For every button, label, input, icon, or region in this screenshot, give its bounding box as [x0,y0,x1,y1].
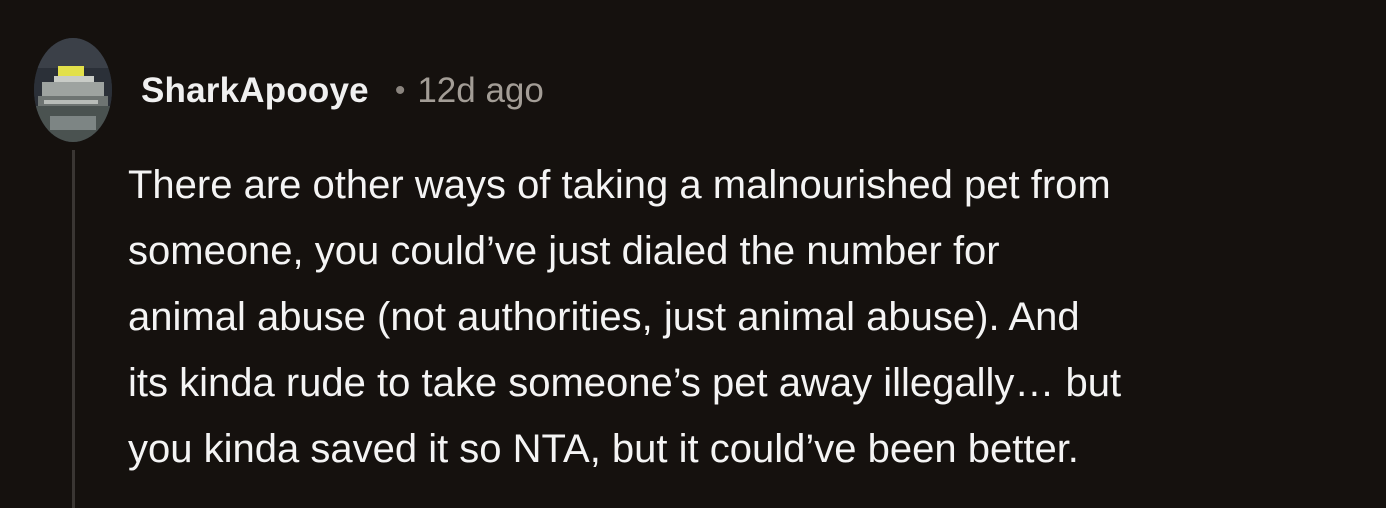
comment-body-line: you kinda saved it so NTA, but it could’… [128,427,1079,471]
comment: SharkApooye • 12d ago There are other wa… [0,0,1386,508]
timestamp[interactable]: 12d ago [417,71,544,111]
avatar[interactable] [34,38,112,142]
comment-body-line: There are other ways of taking a malnour… [128,163,1111,207]
meta-separator: • [394,74,406,107]
thread-line[interactable] [72,150,75,508]
comment-body-line: animal abuse (not authorities, just anim… [128,295,1080,339]
comment-body-line: its kinda rude to take someone’s pet awa… [128,361,1122,405]
avatar-image [34,38,112,142]
username-link[interactable]: SharkApooye [141,71,369,111]
comment-body-line: someone, you could’ve just dialed the nu… [128,229,1000,273]
comment-body: There are other ways of taking a malnour… [128,152,1358,482]
comment-meta: SharkApooye • 12d ago [141,66,544,116]
